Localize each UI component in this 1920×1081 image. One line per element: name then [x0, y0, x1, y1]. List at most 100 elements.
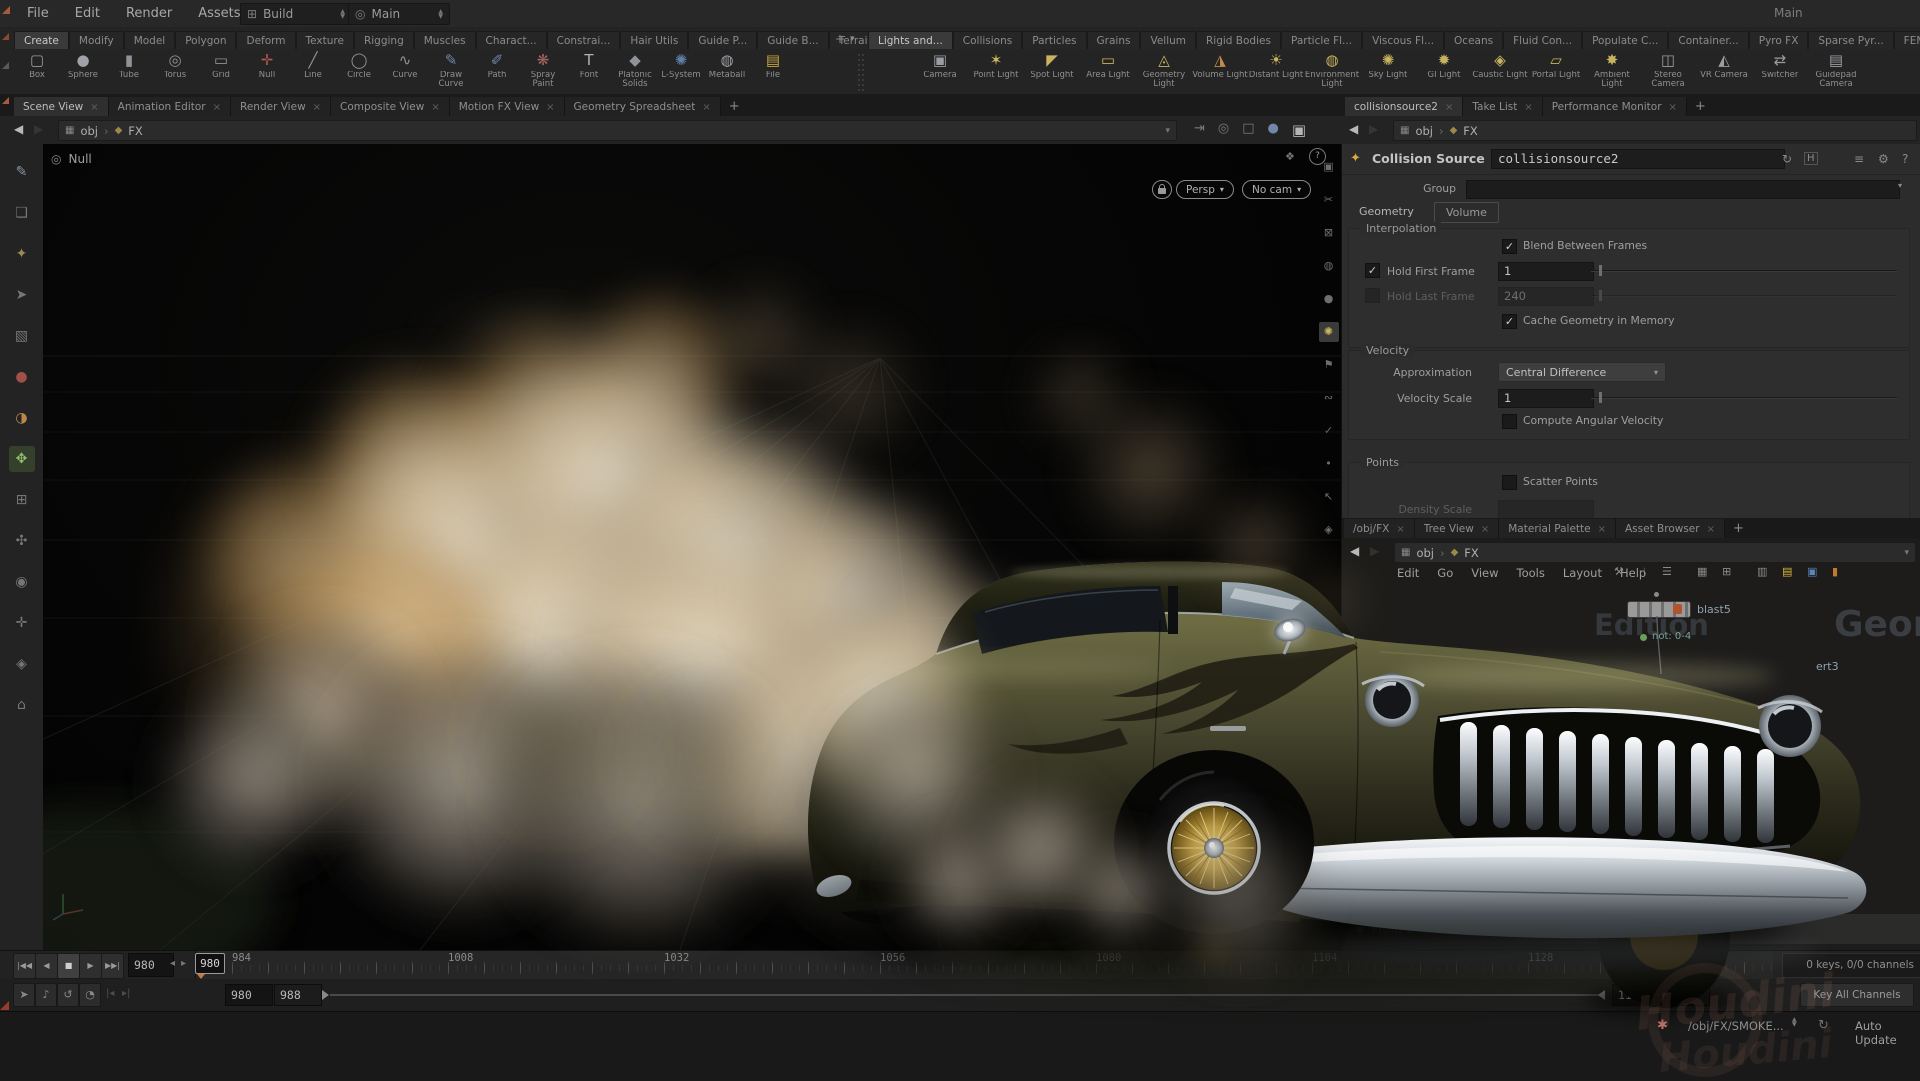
- node-input-dot[interactable]: [1654, 592, 1659, 597]
- shelf-tool[interactable]: ▭ Area Light: [1080, 49, 1136, 93]
- pane-tab[interactable]: Material Palette×: [1499, 519, 1616, 538]
- playbar-collapse-arrow-icon[interactable]: [0, 1001, 9, 1010]
- shelf-tool[interactable]: ✶ Point Light: [968, 49, 1024, 93]
- path-dropdown-icon[interactable]: ▾: [1165, 126, 1170, 136]
- playhead[interactable]: 980: [195, 953, 225, 974]
- close-tab-icon[interactable]: ×: [1524, 102, 1532, 113]
- close-tab-icon[interactable]: ×: [1598, 524, 1606, 535]
- shelf-tool[interactable]: ◭ VR Camera: [1696, 49, 1752, 93]
- tree-icon[interactable]: ⑁: [1639, 565, 1646, 578]
- shelf-tab[interactable]: Modify: [69, 31, 124, 49]
- recook-icon[interactable]: ↻: [1782, 152, 1792, 166]
- spinner-icon[interactable]: ▲▼: [1792, 1017, 1797, 1027]
- tab-geometry[interactable]: Geometry: [1348, 202, 1425, 221]
- panel-collapse-arrow-icon[interactable]: [2, 6, 10, 14]
- hold-first-frame-checkbox[interactable]: ✓: [1365, 263, 1380, 278]
- shelf-tab[interactable]: Container...: [1668, 31, 1748, 49]
- view-tool-icon[interactable]: ⌂: [9, 692, 35, 718]
- flag-icon[interactable]: ⚑: [1319, 355, 1339, 375]
- close-tab-icon[interactable]: ×: [1707, 524, 1715, 535]
- forward-icon[interactable]: ▶: [34, 122, 43, 136]
- handles-tool-icon[interactable]: ✛: [9, 610, 35, 636]
- shelf-collapse-arrow-icon[interactable]: [2, 33, 9, 40]
- back-icon[interactable]: ◀: [1349, 122, 1358, 136]
- blend-between-frames-checkbox[interactable]: ✓: [1502, 239, 1517, 254]
- gear-icon[interactable]: ⚙: [1878, 152, 1889, 166]
- node-label[interactable]: attribdelete1: [1406, 899, 1478, 912]
- pane-tab[interactable]: Geometry Spreadsheet×: [565, 97, 721, 116]
- path-field[interactable]: ▦ obj › ◆ FX ▾: [58, 120, 1177, 141]
- shelf-tool[interactable]: ▱ Portal Light: [1528, 49, 1584, 93]
- grid-tool-icon[interactable]: ⊞: [9, 487, 35, 513]
- image-plane-icon[interactable]: ▣: [1319, 157, 1339, 177]
- point-display-icon[interactable]: •: [1319, 454, 1339, 474]
- transport-button[interactable]: ■: [57, 953, 80, 979]
- snap-icon[interactable]: ⇥: [1194, 121, 1205, 139]
- box-select-tool-icon[interactable]: ▧: [9, 323, 35, 349]
- view-menu-button[interactable]: Persp ▾: [1176, 180, 1234, 199]
- close-tab-icon[interactable]: ×: [90, 102, 98, 113]
- global-range-start-field[interactable]: 980: [225, 984, 273, 1006]
- shelf-tool[interactable]: ◎ Torus: [152, 49, 198, 93]
- shelf-tool[interactable]: ◆ Platonic Solids: [612, 49, 658, 93]
- add-pane-tab-button[interactable]: +: [1725, 521, 1752, 538]
- add-pane-tab-button[interactable]: +: [721, 99, 748, 116]
- shelf-tab[interactable]: Charact...: [476, 31, 547, 49]
- forward-icon[interactable]: ▶: [1369, 122, 1378, 136]
- shelf-tool[interactable]: ▤ File: [750, 49, 796, 93]
- lock-view-icon[interactable]: ⊠: [1319, 223, 1339, 243]
- close-tab-icon[interactable]: ×: [1669, 102, 1677, 113]
- shelf-tab[interactable]: Muscles: [414, 31, 476, 49]
- shelf-tab[interactable]: Rigid Bodies: [1196, 31, 1281, 49]
- playback-range-start-field[interactable]: 988: [274, 984, 322, 1006]
- list-icon[interactable]: ☰: [1662, 565, 1672, 578]
- spinner-icon[interactable]: ▲▼: [438, 9, 443, 19]
- shelf-tab[interactable]: Polygon: [175, 31, 236, 49]
- shelf-tab[interactable]: Sparse Pyr...: [1808, 31, 1893, 49]
- pane-tab[interactable]: /obj/FX×: [1344, 519, 1415, 538]
- shelf-tool[interactable]: ☀ Distant Light: [1248, 49, 1304, 93]
- shelf-tab[interactable]: Guide B...: [757, 31, 828, 49]
- spinner-icon[interactable]: ▲▼: [340, 9, 345, 19]
- shelf-tool[interactable]: ✹ GI Light: [1416, 49, 1472, 93]
- shelf-tool[interactable]: ◈ Caustic Light: [1472, 49, 1528, 93]
- node-name-field[interactable]: collisionsource2: [1491, 149, 1785, 169]
- hold-last-frame-slider[interactable]: [1591, 287, 1897, 304]
- scatter-points-checkbox[interactable]: [1502, 475, 1517, 490]
- close-tab-icon[interactable]: ×: [1396, 524, 1404, 535]
- pane-tab[interactable]: Animation Editor×: [109, 97, 231, 116]
- shelf-tab[interactable]: Constrai...: [547, 31, 621, 49]
- network-menu-item[interactable]: Tools: [1508, 566, 1554, 580]
- lock-camera-button[interactable]: [1152, 180, 1172, 199]
- hold-last-frame-checkbox[interactable]: [1365, 288, 1380, 303]
- shelf-tab[interactable]: FEM: [1894, 31, 1920, 49]
- range-start-marker-icon[interactable]: [322, 990, 329, 1000]
- shelf-tool[interactable]: ● Sphere: [60, 49, 106, 93]
- shelf-tool[interactable]: ◤ Spot Light: [1024, 49, 1080, 93]
- shelf-tool[interactable]: ⇄ Switcher: [1752, 49, 1808, 93]
- pane-tab[interactable]: Asset Browser×: [1616, 519, 1725, 538]
- path-segment-fx[interactable]: FX: [128, 124, 143, 138]
- shelf-tab[interactable]: Texture: [296, 31, 354, 49]
- shelf-tab[interactable]: Fluid Con...: [1503, 31, 1582, 49]
- frame-step-back-icon[interactable]: ◂: [170, 958, 175, 969]
- close-tab-icon[interactable]: ×: [1481, 524, 1489, 535]
- timeline-ruler[interactable]: 984100810321056108011041128: [195, 951, 1773, 980]
- scene-viewport[interactable]: ◎ Null ❖ ? Persp ▾ No cam ▾: [43, 144, 1341, 950]
- approximation-dropdown[interactable]: Central Difference ▾: [1498, 362, 1666, 382]
- isolate-icon[interactable]: ◍: [1319, 256, 1339, 276]
- pane-tab[interactable]: Take List×: [1463, 97, 1542, 116]
- shelf-tab[interactable]: Lights and...: [868, 31, 953, 49]
- snap-tool-icon[interactable]: ◈: [9, 651, 35, 677]
- rotate-tool-icon[interactable]: ◑: [9, 405, 35, 431]
- forward-icon[interactable]: ▶: [1370, 544, 1379, 558]
- shelf-tool[interactable]: ◯ Circle: [336, 49, 382, 93]
- shelf-tab[interactable]: Particle Fl...: [1281, 31, 1362, 49]
- close-tab-icon[interactable]: ×: [213, 102, 221, 113]
- close-tab-icon[interactable]: ×: [313, 102, 321, 113]
- view-selector[interactable]: ◎ Main ▲▼: [348, 3, 450, 25]
- step-back-icon[interactable]: |◂: [106, 988, 114, 999]
- close-tab-icon[interactable]: ×: [1445, 102, 1453, 113]
- network-tools-icon[interactable]: ⚒: [1614, 565, 1624, 578]
- add-pane-tab-button[interactable]: +: [1687, 99, 1714, 116]
